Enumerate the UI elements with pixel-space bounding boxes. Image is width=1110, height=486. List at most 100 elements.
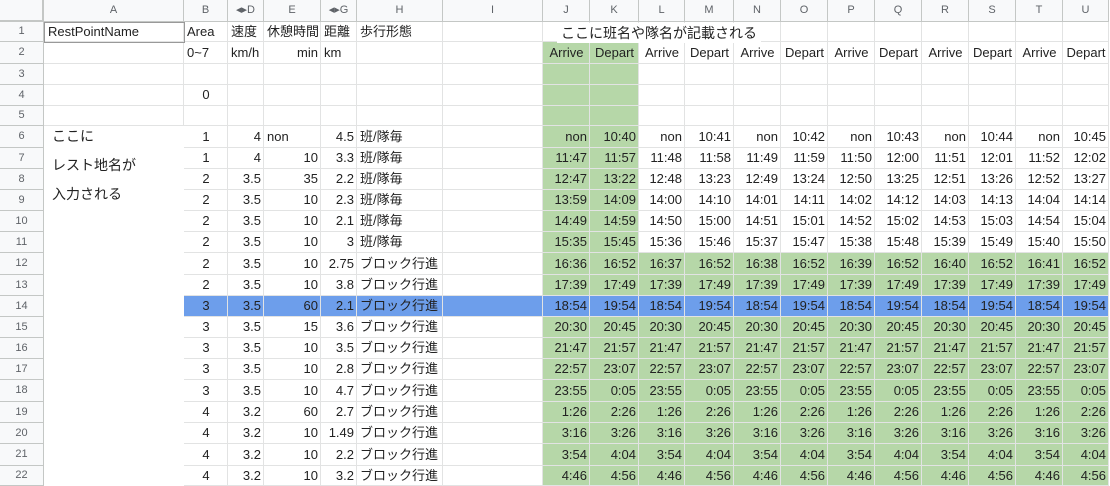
column-header-3[interactable]: ◂▸D xyxy=(228,0,264,22)
cell-J4[interactable] xyxy=(543,85,590,106)
cell-R4[interactable] xyxy=(922,85,969,106)
cell-A4[interactable] xyxy=(44,85,184,106)
cell-R1[interactable] xyxy=(922,22,969,42)
cell-I16[interactable] xyxy=(443,338,543,359)
column-header-4[interactable]: E xyxy=(264,0,321,22)
cell-N4[interactable] xyxy=(734,85,781,106)
cell-H3[interactable] xyxy=(357,64,443,85)
column-header-8[interactable]: J xyxy=(543,0,590,22)
column-header-14[interactable]: P xyxy=(828,0,875,22)
row-header-20[interactable]: 20 xyxy=(0,423,44,444)
cell-A2[interactable] xyxy=(44,42,184,64)
cell-P3[interactable] xyxy=(828,64,875,85)
column-header-19[interactable]: U xyxy=(1063,0,1109,22)
row-header-21[interactable]: 21 xyxy=(0,444,44,466)
cell-J3[interactable] xyxy=(543,64,590,85)
cell-I10[interactable] xyxy=(443,211,543,232)
cell-S4[interactable] xyxy=(969,85,1016,106)
cell-Q3[interactable] xyxy=(875,64,922,85)
cell-I21[interactable] xyxy=(443,444,543,466)
cell-D3[interactable] xyxy=(228,64,264,85)
column-header-11[interactable]: M xyxy=(685,0,734,22)
column-header-10[interactable]: L xyxy=(639,0,685,22)
row-header-11[interactable]: 11 xyxy=(0,232,44,253)
cell-S5[interactable] xyxy=(969,106,1016,126)
cell-H4[interactable] xyxy=(357,85,443,106)
row-header-8[interactable]: 8 xyxy=(0,169,44,190)
cell-S3[interactable] xyxy=(969,64,1016,85)
row-header-16[interactable]: 16 xyxy=(0,338,44,359)
row-header-14[interactable]: 14 xyxy=(0,296,44,317)
cell-U5[interactable] xyxy=(1063,106,1109,126)
row-header-2[interactable]: 2 xyxy=(0,42,44,64)
cell-Q4[interactable] xyxy=(875,85,922,106)
cell-D5[interactable] xyxy=(228,106,264,126)
cell-J5[interactable] xyxy=(543,106,590,126)
column-header-13[interactable]: O xyxy=(781,0,828,22)
column-header-7[interactable]: I xyxy=(443,0,543,22)
cell-R3[interactable] xyxy=(922,64,969,85)
cell-G5[interactable] xyxy=(321,106,357,126)
cell-U1[interactable] xyxy=(1063,22,1109,42)
cell-E4[interactable] xyxy=(264,85,321,106)
cell-I11[interactable] xyxy=(443,232,543,253)
cell-I3[interactable] xyxy=(443,64,543,85)
cell-M4[interactable] xyxy=(685,85,734,106)
cell-I22[interactable] xyxy=(443,466,543,486)
column-header-1[interactable]: A xyxy=(44,0,184,22)
cell-I5[interactable] xyxy=(443,106,543,126)
cell-I20[interactable] xyxy=(443,423,543,444)
row-header-12[interactable]: 12 xyxy=(0,253,44,275)
cell-O1[interactable] xyxy=(781,22,828,42)
column-header-12[interactable]: N xyxy=(734,0,781,22)
cell-P1[interactable] xyxy=(828,22,875,42)
cell-O5[interactable] xyxy=(781,106,828,126)
cell-N3[interactable] xyxy=(734,64,781,85)
cell-G4[interactable] xyxy=(321,85,357,106)
cell-I13[interactable] xyxy=(443,275,543,296)
cell-I1[interactable] xyxy=(443,22,543,42)
cell-T1[interactable] xyxy=(1016,22,1063,42)
select-all-corner[interactable] xyxy=(0,0,44,22)
cell-H2[interactable] xyxy=(357,42,443,64)
row-header-13[interactable]: 13 xyxy=(0,275,44,296)
cell-I2[interactable] xyxy=(443,42,543,64)
column-header-5[interactable]: ◂▸G xyxy=(321,0,357,22)
cell-Q1[interactable] xyxy=(875,22,922,42)
cell-L3[interactable] xyxy=(639,64,685,85)
cell-S1[interactable] xyxy=(969,22,1016,42)
cell-H5[interactable] xyxy=(357,106,443,126)
cell-P4[interactable] xyxy=(828,85,875,106)
cell-B5[interactable] xyxy=(184,106,228,126)
cell-U4[interactable] xyxy=(1063,85,1109,106)
row-header-10[interactable]: 10 xyxy=(0,211,44,232)
cell-R5[interactable] xyxy=(922,106,969,126)
cell-I12[interactable] xyxy=(443,253,543,275)
cell-O3[interactable] xyxy=(781,64,828,85)
cell-U3[interactable] xyxy=(1063,64,1109,85)
cell-I8[interactable] xyxy=(443,169,543,190)
cell-L4[interactable] xyxy=(639,85,685,106)
cell-A5[interactable] xyxy=(44,106,184,126)
cell-E5[interactable] xyxy=(264,106,321,126)
column-header-6[interactable]: H xyxy=(357,0,443,22)
row-header-1[interactable]: 1 xyxy=(0,22,44,42)
cell-I7[interactable] xyxy=(443,148,543,169)
cell-E3[interactable] xyxy=(264,64,321,85)
column-header-17[interactable]: S xyxy=(969,0,1016,22)
row-header-6[interactable]: 6 xyxy=(0,126,44,148)
row-header-7[interactable]: 7 xyxy=(0,148,44,169)
cell-G3[interactable] xyxy=(321,64,357,85)
cell-B3[interactable] xyxy=(184,64,228,85)
row-header-22[interactable]: 22 xyxy=(0,466,44,486)
cell-K3[interactable] xyxy=(590,64,639,85)
cell-I14[interactable] xyxy=(443,296,543,317)
column-header-9[interactable]: K xyxy=(590,0,639,22)
cell-O4[interactable] xyxy=(781,85,828,106)
cell-I4[interactable] xyxy=(443,85,543,106)
cell-T3[interactable] xyxy=(1016,64,1063,85)
cell-T4[interactable] xyxy=(1016,85,1063,106)
cell-I6[interactable] xyxy=(443,126,543,148)
cell-I18[interactable] xyxy=(443,380,543,402)
cell-P5[interactable] xyxy=(828,106,875,126)
